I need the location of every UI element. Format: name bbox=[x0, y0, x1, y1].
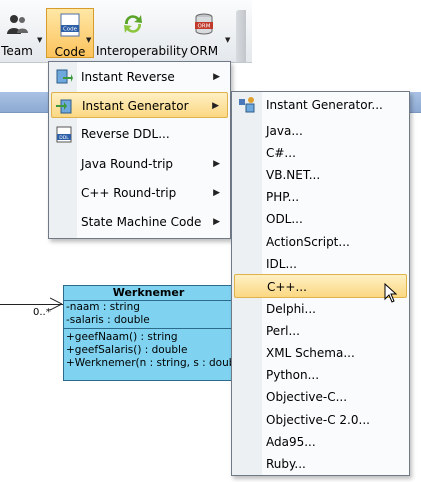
menu-item-label: Ruby... bbox=[266, 457, 306, 471]
menu-item-state-machine-code[interactable]: State Machine Code ▶ bbox=[51, 209, 228, 235]
menu-item-java[interactable]: Java... bbox=[234, 119, 407, 143]
menu-item-objective-c-2[interactable]: Objective-C 2.0... bbox=[234, 408, 407, 432]
menu-item-label: Ada95... bbox=[266, 435, 316, 449]
menu-item-label: Perl... bbox=[266, 324, 300, 338]
menu-item-label: Python... bbox=[266, 368, 320, 382]
orm-icon-text: ORM bbox=[198, 24, 211, 30]
instant-generator-dialog-icon bbox=[239, 97, 255, 113]
ddl-icon: DDL bbox=[56, 126, 72, 143]
menu-item-reverse-ddl[interactable]: DDL Reverse DDL... bbox=[51, 121, 228, 147]
menu-item-python[interactable]: Python... bbox=[234, 363, 407, 387]
menu-item-ruby[interactable]: Ruby... bbox=[234, 452, 407, 476]
menu-item-cpp-round-trip[interactable]: C++ Round-trip ▶ bbox=[51, 180, 228, 206]
menu-item-label: C++... bbox=[267, 280, 307, 294]
menu-item-label: IDL... bbox=[266, 257, 297, 271]
class-compartment-divider bbox=[64, 328, 233, 329]
instant-reverse-icon bbox=[56, 69, 73, 84]
class-operation: +geefNaam() : string bbox=[66, 331, 178, 343]
menu-item-label: C#... bbox=[266, 146, 296, 160]
orm-button[interactable]: ORM ORM bbox=[184, 6, 224, 58]
class-attribute: -salaris : double bbox=[66, 314, 150, 326]
interoperability-button[interactable]: Interoperability bbox=[96, 6, 188, 58]
class-attribute: -naam : string bbox=[66, 301, 140, 313]
menu-item-label: VB.NET... bbox=[266, 168, 321, 182]
code-icon: Code bbox=[60, 13, 80, 37]
menu-item-objective-c[interactable]: Objective-C... bbox=[234, 385, 407, 409]
menu-item-instant-generator-dialog[interactable]: Instant Generator... bbox=[234, 93, 407, 117]
menu-item-odl[interactable]: ODL... bbox=[234, 207, 407, 231]
mouse-pointer-icon bbox=[384, 283, 398, 303]
orm-icon: ORM bbox=[195, 13, 213, 35]
menu-item-php[interactable]: PHP... bbox=[234, 185, 407, 209]
interoperability-label: Interoperability bbox=[96, 44, 188, 58]
association-arrowhead-icon bbox=[50, 297, 62, 311]
submenu-arrow-icon: ▶ bbox=[213, 217, 220, 227]
class-name: Werknemer bbox=[64, 286, 233, 301]
orm-dropdown-arrow-icon[interactable]: ▼ bbox=[225, 36, 233, 44]
toolbar-blank-area bbox=[252, 0, 421, 62]
class-operation: +Werknemer(n : string, s : double) bbox=[66, 357, 234, 369]
code-icon-text: Code bbox=[63, 27, 78, 33]
menu-item-perl[interactable]: Perl... bbox=[234, 319, 407, 343]
menu-item-idl[interactable]: IDL... bbox=[234, 252, 407, 276]
menu-item-instant-generator[interactable]: Instant Generator ▶ bbox=[51, 92, 228, 118]
code-label: Code bbox=[54, 45, 86, 59]
team-icon bbox=[7, 15, 28, 34]
submenu-arrow-icon: ▶ bbox=[213, 188, 220, 198]
menu-item-label: C++ Round-trip bbox=[81, 186, 177, 200]
team-button[interactable]: Team bbox=[0, 6, 34, 58]
menu-item-label: XML Schema... bbox=[266, 346, 355, 360]
menu-item-label: Reverse DDL... bbox=[81, 127, 170, 141]
instant-generator-icon bbox=[56, 99, 72, 114]
menu-item-label: Instant Reverse bbox=[81, 70, 175, 84]
menu-item-label: ODL... bbox=[266, 212, 303, 226]
menu-item-xml-schema[interactable]: XML Schema... bbox=[234, 341, 407, 365]
team-dropdown-arrow-icon[interactable]: ▼ bbox=[37, 36, 45, 44]
menu-item-label: ActionScript... bbox=[266, 235, 350, 249]
menu-item-label: PHP... bbox=[266, 190, 300, 204]
code-dropdown-arrow-icon[interactable]: ▼ bbox=[86, 36, 94, 44]
submenu-arrow-icon: ▶ bbox=[213, 159, 220, 169]
menu-item-label: Java... bbox=[266, 124, 303, 138]
menu-item-label: Java Round-trip bbox=[81, 157, 174, 171]
code-button[interactable]: Code Code bbox=[46, 8, 94, 59]
menu-item-label: Instant Generator bbox=[82, 99, 189, 113]
submenu-arrow-icon: ▶ bbox=[213, 72, 220, 82]
menu-item-label: Instant Generator... bbox=[266, 98, 383, 112]
toolbar-end-handle bbox=[236, 10, 246, 62]
class-operation: +geefSalaris() : double bbox=[66, 344, 188, 356]
class-werknemer[interactable]: Werknemer -naam : string -salaris : doub… bbox=[63, 285, 234, 381]
menu-item-label: State Machine Code bbox=[81, 215, 202, 229]
menu-item-ada95[interactable]: Ada95... bbox=[234, 430, 407, 454]
interoperability-icon bbox=[124, 15, 142, 33]
team-label: Team bbox=[1, 44, 33, 58]
orm-label: ORM bbox=[189, 44, 219, 58]
menu-item-instant-reverse[interactable]: Instant Reverse ▶ bbox=[51, 64, 228, 90]
submenu-arrow-icon: ▶ bbox=[212, 101, 219, 111]
menu-item-label: Objective-C... bbox=[266, 390, 348, 404]
menu-item-label: Delphi... bbox=[266, 302, 316, 316]
multiplicity-label: 0..* bbox=[33, 307, 51, 318]
menu-item-actionscript[interactable]: ActionScript... bbox=[234, 230, 407, 254]
menu-item-label: Objective-C 2.0... bbox=[266, 413, 370, 427]
menu-item-csharp[interactable]: C#... bbox=[234, 141, 407, 165]
menu-item-delphi[interactable]: Delphi... bbox=[234, 297, 407, 321]
code-menu: Instant Reverse ▶ Instant Generator ▶ DD… bbox=[48, 61, 231, 239]
menu-item-cpp[interactable]: C++... bbox=[234, 274, 407, 298]
menu-item-java-round-trip[interactable]: Java Round-trip ▶ bbox=[51, 151, 228, 177]
menu-item-vbnet[interactable]: VB.NET... bbox=[234, 163, 407, 187]
ddl-icon-text: DDL bbox=[59, 135, 69, 141]
